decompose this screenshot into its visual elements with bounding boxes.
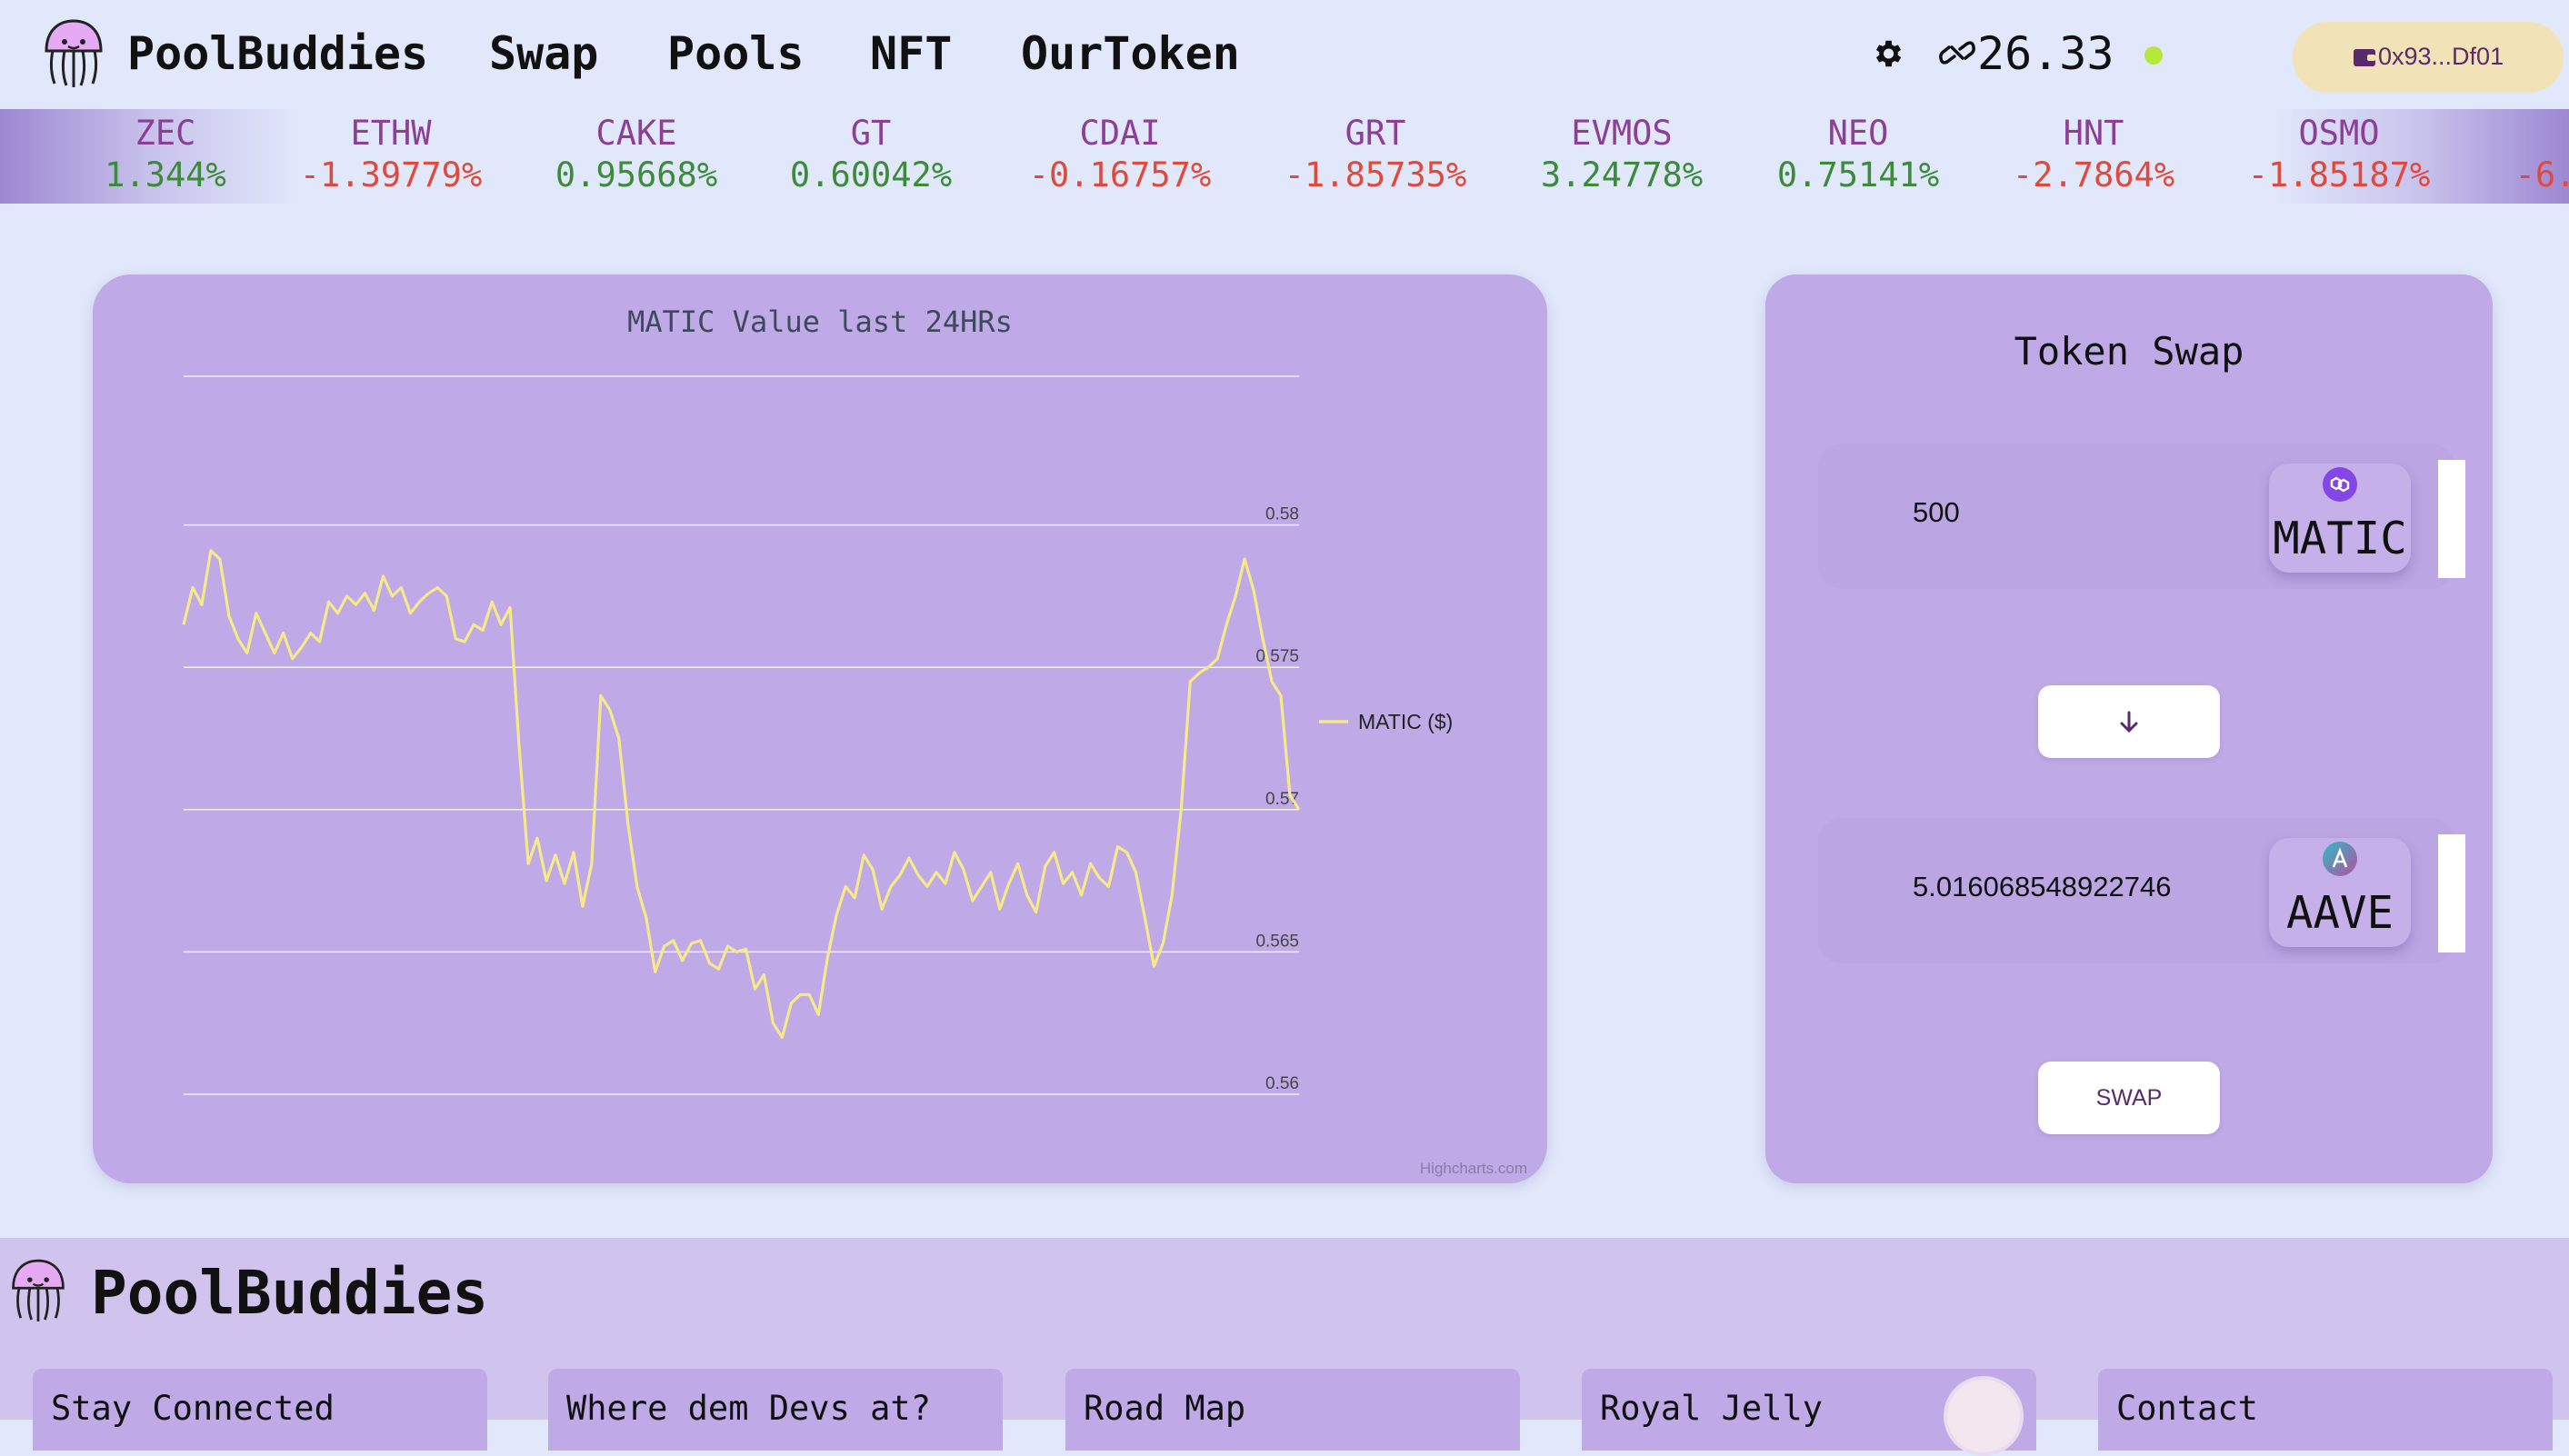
aave-icon	[2323, 842, 2357, 876]
footer-card-label: Contact	[2116, 1389, 2258, 1428]
from-token-scrollbar	[2438, 460, 2465, 578]
nav-link-ourtoken[interactable]: OurToken	[1021, 27, 1240, 80]
matic-price-line[interactable]	[182, 549, 1301, 1040]
to-token-select[interactable]: AAVE	[2269, 838, 2411, 947]
y-tick-label: 0.58	[1265, 505, 1299, 524]
ticker-change: -1.39779%	[299, 155, 483, 194]
chart-credits[interactable]: Highcharts.com	[1420, 1160, 1527, 1178]
top-navbar: PoolBuddies Swap Pools NFT OurToken 26.3…	[0, 0, 2569, 109]
footer-card-label: Stay Connected	[51, 1389, 335, 1428]
ticker-symbol: ETHW	[350, 114, 432, 153]
to-token-scrollbar	[2438, 834, 2465, 952]
ticker-item: OSMO -1.85187%	[2239, 113, 2439, 196]
ticker-change: 3.24778%	[1540, 155, 1704, 194]
ticker-change: 0.60042%	[789, 155, 953, 194]
from-token-name: MATIC	[2273, 513, 2407, 564]
matic-price-chart: 0.580.5750.570.5650.56MATIC ($)	[182, 375, 1453, 1095]
ticker-symbol: CAKE	[595, 114, 677, 153]
matic-price-chart-card: MATIC Value last 24HRs 0.58 0.575 0.57 0.56…	[93, 274, 1547, 1183]
royal-jelly-avatar	[1944, 1376, 2024, 1456]
from-amount-input[interactable]: 500	[1913, 496, 1960, 529]
y-tick-label: 0.575	[1255, 647, 1299, 666]
ticker-item: NEO 0.75141%	[1758, 113, 1958, 196]
ticker-change: 0.75141%	[1776, 155, 1940, 194]
from-token-select[interactable]: MATIC	[2269, 464, 2411, 573]
y-tick-label: 0.56	[1265, 1074, 1299, 1093]
nav-link-nft[interactable]: NFT	[870, 27, 952, 80]
ticker-change: -1.85187%	[2247, 155, 2431, 194]
footer-card-label: Road Map	[1084, 1389, 1246, 1428]
ticker-symbol: GRT	[1344, 114, 1406, 153]
ticker-item: CAKE 0.95668%	[536, 113, 736, 196]
ticker-item: ETHW -1.39779%	[291, 113, 491, 196]
swap-title: Token Swap	[2014, 329, 2244, 374]
wallet-address: 0x93...Df01	[2378, 43, 2504, 70]
ticker-item: ZEC 1.344%	[65, 113, 265, 196]
ticker-item: CDAI -0.16757%	[1020, 113, 1220, 196]
polygon-matic-icon	[2323, 467, 2357, 502]
legend-label: MATIC ($)	[1358, 710, 1453, 733]
gas-price: 26.33	[1977, 27, 2114, 80]
footer-card-devs[interactable]: Where dem Devs at?	[548, 1369, 1003, 1451]
ticker-change: -1.85735%	[1284, 155, 1467, 194]
ticker-item: GT 0.60042%	[771, 113, 971, 196]
ticker-change: -2.7864%	[2012, 155, 2175, 194]
ticker-item: GRT -1.85735%	[1275, 113, 1475, 196]
chart-legend[interactable]: MATIC ($)	[1319, 710, 1453, 733]
ticker-item: -6.	[2445, 113, 2569, 196]
wallet-button[interactable]: 0x93...Df01	[2293, 22, 2564, 93]
nav-link-swap[interactable]: Swap	[489, 27, 598, 80]
ticker-item: HNT -2.7864%	[1994, 113, 2194, 196]
chain-link-icon	[1939, 41, 1975, 65]
footer: PoolBuddies Stay Connected Where dem Dev…	[0, 1238, 2569, 1456]
footer-card-contact[interactable]: Contact	[2098, 1369, 2553, 1451]
ticker-symbol: GT	[850, 114, 892, 153]
ticker-symbol: OSMO	[2298, 114, 2380, 153]
ticker-item: EVMOS 3.24778%	[1522, 113, 1722, 196]
ticker-symbol: EVMOS	[1571, 114, 1673, 153]
price-ticker: %ZEC1.344%ETHW-1.39779%CAKE0.95668%GT0.6…	[0, 109, 2569, 204]
footer-card-label: Where dem Devs at?	[566, 1389, 931, 1428]
jellyfish-logo-icon	[12, 1259, 65, 1321]
to-amount-output[interactable]: 5.016068548922746	[1913, 871, 2171, 903]
nav-link-pools[interactable]: Pools	[667, 27, 805, 80]
from-token-row: 500 MATIC	[1818, 444, 2465, 589]
wallet-icon	[2354, 49, 2375, 66]
arrow-down-icon	[2120, 711, 2138, 733]
ticker-symbol: ZEC	[135, 114, 196, 153]
ticker-change: 0.95668%	[555, 155, 718, 194]
footer-card-stay-connected[interactable]: Stay Connected	[33, 1369, 487, 1451]
brand-name[interactable]: PoolBuddies	[127, 27, 428, 80]
reverse-direction-button[interactable]	[2038, 685, 2220, 758]
ticker-change: -6.	[2514, 155, 2569, 194]
swap-button[interactable]: SWAP	[2038, 1062, 2220, 1134]
jellyfish-logo-icon[interactable]	[42, 18, 105, 89]
ticker-symbol	[2445, 113, 2569, 155]
footer-card-road-map[interactable]: Road Map	[1065, 1369, 1520, 1451]
ticker-symbol: NEO	[1827, 114, 1889, 153]
ticker-change: 1.344%	[105, 155, 226, 194]
y-tick-label: 0.565	[1255, 932, 1299, 951]
connection-status-dot	[2144, 46, 2163, 65]
to-token-row: 5.016068548922746 AAVE	[1818, 818, 2465, 963]
ticker-symbol: HNT	[2063, 114, 2124, 153]
token-swap-card: Token Swap 500 MATIC 5.016068548922746 A…	[1765, 274, 2493, 1183]
to-token-name: AAVE	[2285, 887, 2394, 939]
gear-icon[interactable]	[1870, 36, 1904, 71]
ticker-symbol: CDAI	[1079, 114, 1161, 153]
footer-brand: PoolBuddies	[91, 1258, 489, 1328]
footer-card-label: Royal Jelly	[1600, 1389, 1824, 1428]
ticker-change: -0.16757%	[1028, 155, 1212, 194]
